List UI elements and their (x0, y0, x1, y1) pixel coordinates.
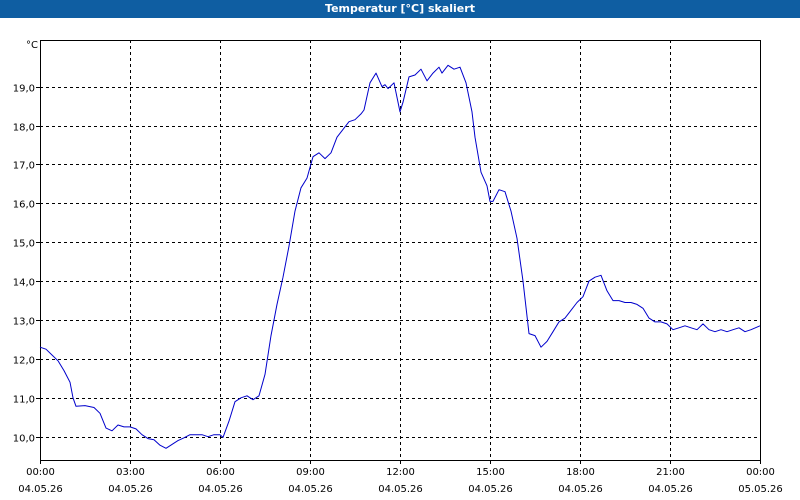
x-tick-date-label: 04.05.26 (378, 484, 423, 495)
y-tick-label: 11,0 (13, 395, 35, 406)
x-tick-date-label: 04.05.26 (108, 484, 153, 495)
y-tick-label: 19,0 (13, 84, 35, 95)
x-tick-date-label: 04.05.26 (18, 484, 63, 495)
y-tick-label: 17,0 (13, 161, 35, 172)
y-axis-unit-label: °C (26, 40, 38, 51)
chart-window: Temperatur [°C] skaliert 10,0 11,0 12,0 13,… (0, 0, 800, 500)
ticks-layer: 10,0 11,0 12,0 13,0 14,0 15,0 16,0 17,0 18,0 19,0… (13, 84, 783, 496)
x-tick-time-label: 00:00 (26, 467, 55, 478)
y-tick-label: 18,0 (13, 123, 35, 134)
x-tick-time-label: 09:00 (296, 467, 325, 478)
x-tick-time-label: 21:00 (656, 467, 685, 478)
x-tick-time-label: 12:00 (386, 467, 415, 478)
y-tick-label: 14,0 (13, 278, 35, 289)
x-tick-date-label: 04.05.26 (468, 484, 513, 495)
x-tick-time-label: 03:00 (116, 467, 145, 478)
chart-title: Temperatur [°C] skaliert (0, 0, 800, 18)
x-tick-date-label: 04.05.26 (648, 484, 693, 495)
x-tick-time-label: 15:00 (476, 467, 505, 478)
x-tick-time-label: 18:00 (566, 467, 595, 478)
grid-layer (40, 40, 760, 460)
y-tick-label: 12,0 (13, 356, 35, 367)
x-tick-date-label: 04.05.26 (288, 484, 333, 495)
x-tick-date-label: 04.05.26 (198, 484, 243, 495)
temperature-chart: 10,0 11,0 12,0 13,0 14,0 15,0 16,0 17,0 18,0 19,0… (13, 40, 783, 496)
y-tick-label: 15,0 (13, 239, 35, 250)
x-tick-time-label: 06:00 (206, 467, 235, 478)
y-tick-label: 10,0 (13, 434, 35, 445)
x-tick-time-label: 00:00 (746, 467, 775, 478)
y-tick-label: 16,0 (13, 200, 35, 211)
x-tick-date-label: 04.05.26 (558, 484, 603, 495)
y-tick-label: 13,0 (13, 317, 35, 328)
x-tick-date-label: 05.05.26 (738, 484, 783, 495)
